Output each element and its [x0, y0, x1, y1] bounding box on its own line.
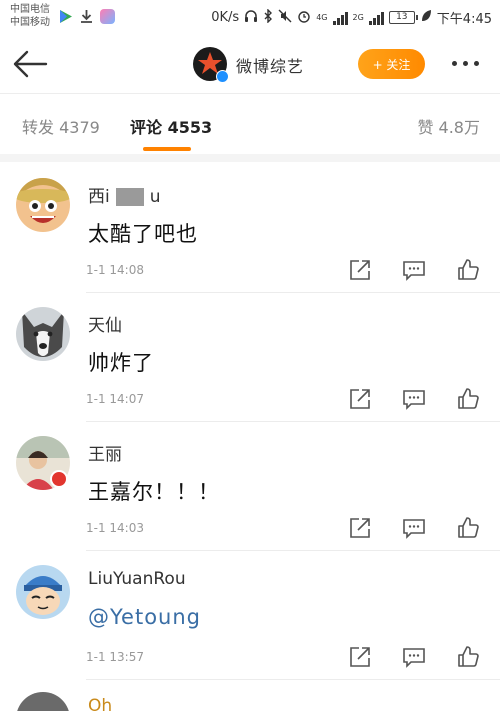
clock-time: 下午4:45 [436, 12, 492, 27]
reply-button[interactable] [402, 258, 426, 282]
notification-icons [58, 9, 115, 24]
thumbs-up-icon [458, 259, 479, 280]
net-speed: 0K/s [211, 10, 240, 25]
more-dot-icon [452, 61, 457, 66]
comment-text: 太酷了吧也 [88, 222, 198, 246]
comment-time: 1-1 14:08 [86, 263, 144, 277]
verified-badge-icon [216, 70, 229, 83]
comment-item: 王丽 王嘉尔！！！ 1-1 14:03 [0, 422, 500, 551]
comment-item: 天仙 帅炸了 1-1 14:07 [0, 293, 500, 422]
comment-time: 1-1 14:03 [86, 521, 144, 535]
comment-actions [348, 258, 480, 282]
avatar[interactable] [16, 307, 70, 361]
signal-2-icon [368, 11, 384, 25]
comment-username[interactable]: 天仙 [88, 311, 122, 336]
follow-button[interactable]: + 关注 [358, 49, 425, 79]
comment-icon [403, 519, 425, 539]
avatar[interactable] [16, 565, 70, 619]
carrier-info: 中国电信 中国移动 [10, 3, 50, 29]
tab-likes[interactable]: 赞 4.8万 [417, 114, 480, 138]
comment-text: 王嘉尔！！！ [88, 480, 220, 504]
top-nav: 微博综艺 + 关注 [0, 34, 500, 94]
comment-mention[interactable]: @Yetoung [88, 605, 201, 629]
like-button[interactable] [456, 516, 480, 540]
status-bar: 中国电信 中国移动 0K/s 4G 2G 13 下午4:45 [0, 0, 500, 34]
comment-time: 1-1 13:57 [86, 650, 144, 664]
comment-icon [403, 261, 425, 281]
network-label-2: 2G [352, 13, 364, 22]
share-icon [350, 647, 370, 667]
signal-1-icon [332, 11, 348, 25]
tab-repost[interactable]: 转发 4379 [22, 114, 100, 138]
page-title[interactable]: 微博综艺 [236, 53, 304, 77]
active-tab-indicator [143, 147, 191, 151]
bluetooth-icon [263, 7, 273, 27]
share-button[interactable] [348, 516, 372, 540]
comment-item-partial: Oh [0, 680, 500, 711]
carrier-1: 中国电信 [10, 4, 50, 15]
headphones-icon [244, 9, 258, 27]
leaf-icon [420, 9, 432, 27]
carrier-2: 中国移动 [10, 17, 50, 28]
share-icon [350, 260, 370, 280]
avatar[interactable] [16, 178, 70, 232]
comment-actions [348, 516, 480, 540]
thumbs-up-icon [458, 646, 479, 667]
comment-username[interactable]: 西i u [88, 182, 161, 207]
member-badge-icon [50, 470, 68, 488]
tab-comments[interactable]: 评论 4553 [130, 114, 212, 138]
like-button[interactable] [456, 645, 480, 669]
avatar[interactable] [16, 692, 70, 711]
thumbs-up-icon [458, 388, 479, 409]
back-arrow-icon [13, 50, 48, 78]
network-label-1: 4G [316, 13, 328, 22]
comment-actions [348, 387, 480, 411]
comment-username[interactable]: 王丽 [88, 440, 122, 465]
comment-actions [348, 645, 480, 669]
share-button[interactable] [348, 645, 372, 669]
more-dot-icon [463, 61, 468, 66]
comment-time: 1-1 14:07 [86, 392, 144, 406]
reply-button[interactable] [402, 645, 426, 669]
comment-icon [403, 390, 425, 410]
redacted-block [115, 188, 144, 206]
comment-icon [403, 648, 425, 668]
reply-button[interactable] [402, 516, 426, 540]
battery-icon: 13 [388, 11, 418, 24]
mute-icon [278, 9, 292, 27]
tab-bar: 转发 4379 评论 4553 赞 4.8万 [0, 94, 500, 154]
like-button[interactable] [456, 387, 480, 411]
play-store-icon [58, 9, 73, 24]
more-dot-icon [474, 61, 479, 66]
status-right: 0K/s 4G 2G 13 下午4:45 [211, 7, 492, 27]
share-icon [350, 518, 370, 538]
comment-username[interactable]: LiuYuanRou [88, 569, 186, 589]
more-options-button[interactable] [452, 61, 479, 66]
comment-item: 西i u 太酷了吧也 1-1 14:08 [0, 164, 500, 293]
comment-text: 帅炸了 [88, 351, 154, 375]
download-icon [79, 9, 94, 24]
comment-username[interactable]: Oh [88, 696, 112, 711]
comment-item: LiuYuanRou @Yetoung 1-1 13:57 [0, 551, 500, 680]
share-button[interactable] [348, 387, 372, 411]
alarm-icon [297, 9, 311, 27]
like-button[interactable] [456, 258, 480, 282]
reply-button[interactable] [402, 387, 426, 411]
share-button[interactable] [348, 258, 372, 282]
back-button[interactable] [12, 48, 48, 80]
thumbs-up-icon [458, 517, 479, 538]
section-divider [0, 154, 500, 162]
share-icon [350, 389, 370, 409]
app-notification-icon [100, 9, 115, 24]
